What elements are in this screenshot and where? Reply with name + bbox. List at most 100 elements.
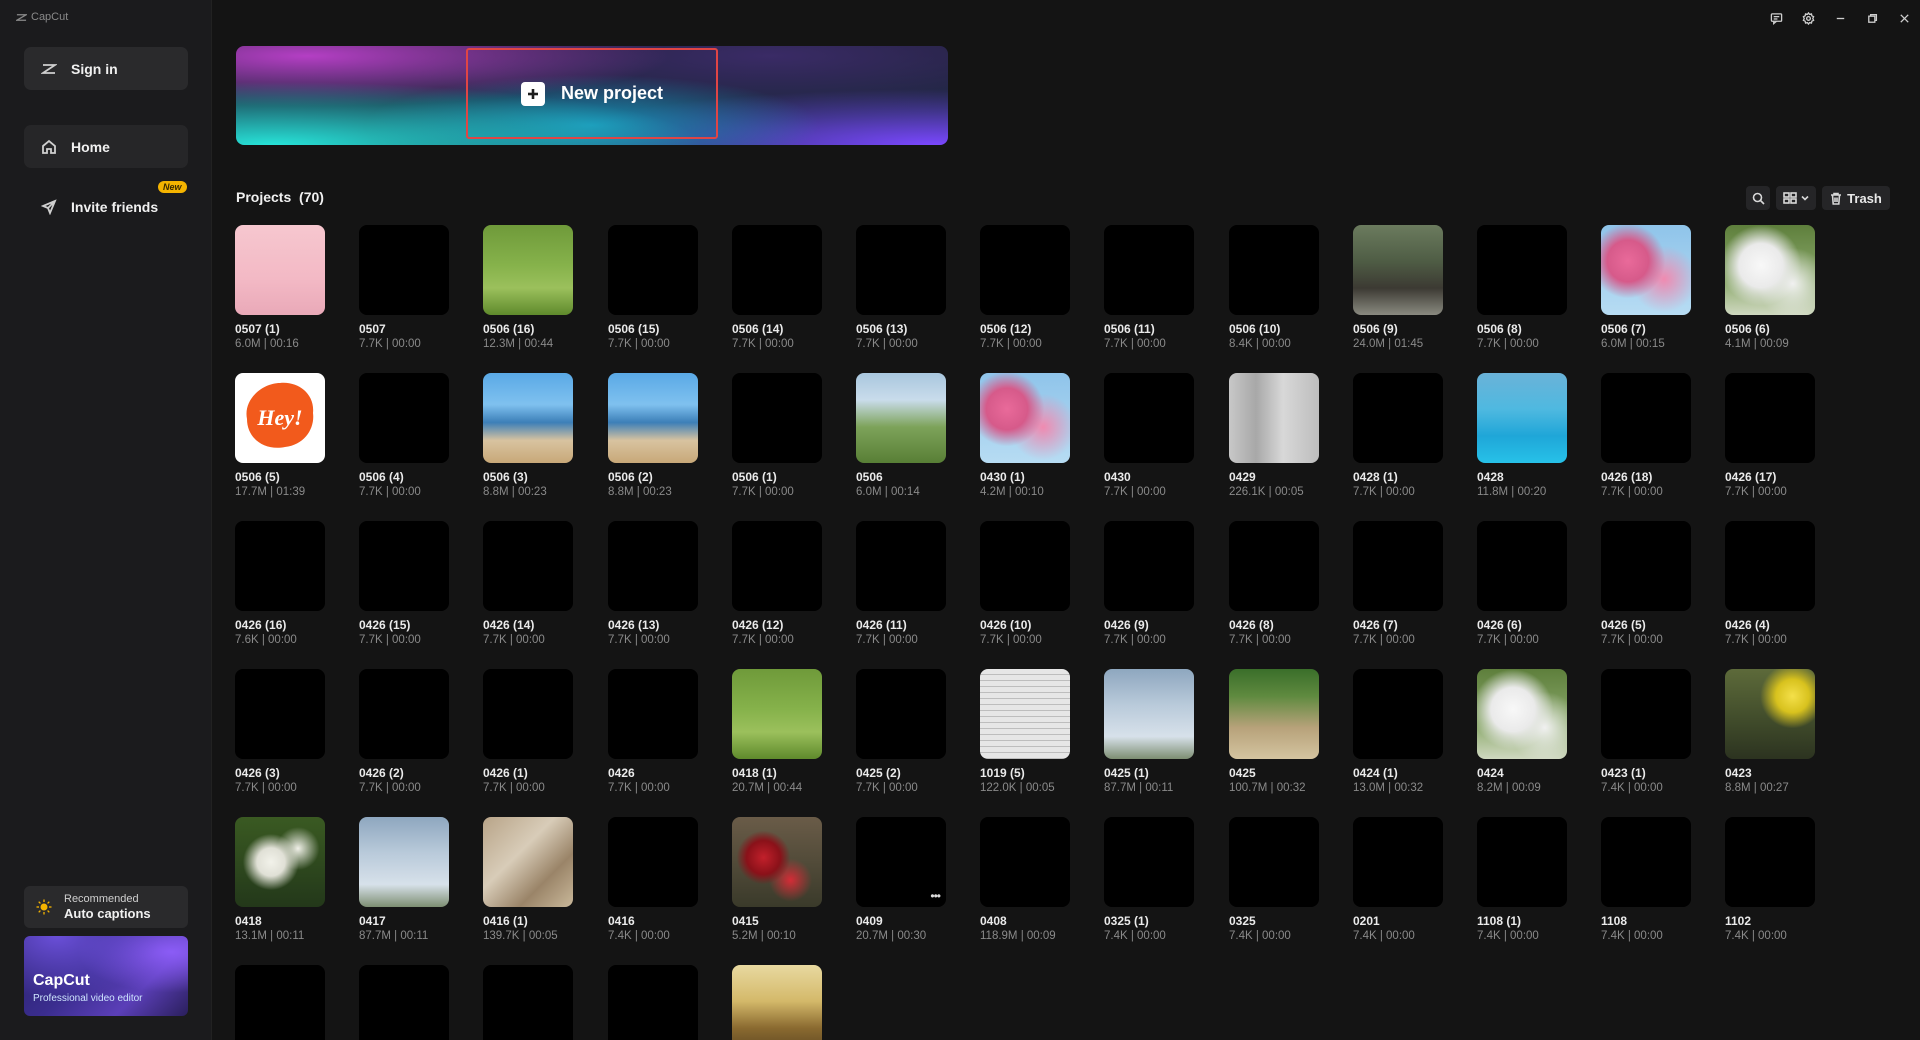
project-thumbnail[interactable]	[732, 669, 822, 759]
project-card[interactable]: 0425 (2) 7.7K | 00:00	[856, 669, 948, 794]
project-thumbnail[interactable]	[1353, 669, 1443, 759]
project-card[interactable]: 0426 (11) 7.7K | 00:00	[856, 521, 948, 646]
view-mode-button[interactable]	[1776, 186, 1816, 210]
project-card[interactable]: 0426 (6) 7.7K | 00:00	[1477, 521, 1569, 646]
project-card[interactable]: 0425 (1) 87.7M | 00:11	[1104, 669, 1196, 794]
project-thumbnail[interactable]	[856, 669, 946, 759]
project-card[interactable]: 0426 (13) 7.7K | 00:00	[608, 521, 700, 646]
project-thumbnail[interactable]	[608, 225, 698, 315]
project-thumbnail[interactable]	[856, 225, 946, 315]
project-thumbnail[interactable]	[1725, 373, 1815, 463]
project-thumbnail[interactable]	[483, 817, 573, 907]
project-thumbnail[interactable]	[980, 373, 1070, 463]
project-thumbnail[interactable]	[1725, 669, 1815, 759]
project-card[interactable]: 0506 (10) 8.4K | 00:00	[1229, 225, 1321, 350]
project-thumbnail[interactable]	[608, 373, 698, 463]
project-card[interactable]: 0506 (7) 6.0M | 00:15	[1601, 225, 1693, 350]
project-card[interactable]: 0430 (1) 4.2M | 00:10	[980, 373, 1072, 498]
project-thumbnail[interactable]	[483, 669, 573, 759]
project-card[interactable]: 0507 7.7K | 00:00	[359, 225, 451, 350]
project-card[interactable]: 0506 (16) 12.3M | 00:44	[483, 225, 575, 350]
project-thumbnail[interactable]	[980, 817, 1070, 907]
project-thumbnail[interactable]	[235, 817, 325, 907]
project-thumbnail[interactable]	[1229, 817, 1319, 907]
project-card[interactable]: 0506 (13) 7.7K | 00:00	[856, 225, 948, 350]
project-card[interactable]: 0506 6.0M | 00:14	[856, 373, 948, 498]
project-thumbnail[interactable]	[1601, 225, 1691, 315]
project-thumbnail[interactable]: Hey!	[235, 373, 325, 463]
project-card[interactable]: 0506 (11) 7.7K | 00:00	[1104, 225, 1196, 350]
project-thumbnail[interactable]	[980, 669, 1070, 759]
project-thumbnail[interactable]	[1104, 225, 1194, 315]
project-card[interactable]: 0426 (14) 7.7K | 00:00	[483, 521, 575, 646]
project-card[interactable]: ••• 0409 20.7M | 00:30	[856, 817, 948, 942]
project-card[interactable]	[732, 965, 824, 1040]
project-thumbnail[interactable]	[1477, 225, 1567, 315]
new-project-button[interactable]: New project	[466, 48, 718, 139]
project-card[interactable]: 0506 (14) 7.7K | 00:00	[732, 225, 824, 350]
project-card[interactable]: 0426 (5) 7.7K | 00:00	[1601, 521, 1693, 646]
project-thumbnail[interactable]	[483, 225, 573, 315]
project-card[interactable]: 0506 (9) 24.0M | 01:45	[1353, 225, 1445, 350]
project-card[interactable]: 1108 7.4K | 00:00	[1601, 817, 1693, 942]
trash-button[interactable]: Trash	[1822, 186, 1890, 210]
project-card[interactable]: 0507 (1) 6.0M | 00:16	[235, 225, 327, 350]
project-card[interactable]: 0506 (4) 7.7K | 00:00	[359, 373, 451, 498]
project-thumbnail[interactable]	[359, 817, 449, 907]
project-card[interactable]: 0417 87.7M | 00:11	[359, 817, 451, 942]
project-card[interactable]	[235, 965, 327, 1040]
project-thumbnail[interactable]	[1229, 669, 1319, 759]
project-card[interactable]: 0426 (8) 7.7K | 00:00	[1229, 521, 1321, 646]
project-card[interactable]	[608, 965, 700, 1040]
project-card[interactable]: 0415 5.2M | 00:10	[732, 817, 824, 942]
project-card[interactable]: 0429 226.1K | 00:05	[1229, 373, 1321, 498]
project-thumbnail[interactable]	[359, 965, 449, 1040]
project-card[interactable]: 1102 7.4K | 00:00	[1725, 817, 1817, 942]
project-card[interactable]: 0506 (6) 4.1M | 00:09	[1725, 225, 1817, 350]
capcut-pro-promo[interactable]: CapCut Professional video editor	[24, 936, 188, 1016]
restore-button[interactable]	[1856, 0, 1888, 36]
project-thumbnail[interactable]	[1601, 817, 1691, 907]
project-thumbnail[interactable]	[732, 373, 822, 463]
project-thumbnail[interactable]	[235, 965, 325, 1040]
project-card[interactable]: 0418 (1) 20.7M | 00:44	[732, 669, 824, 794]
project-thumbnail[interactable]	[1477, 817, 1567, 907]
project-card[interactable]: 0408 118.9M | 00:09	[980, 817, 1072, 942]
project-thumbnail[interactable]	[732, 965, 822, 1040]
project-thumbnail[interactable]	[608, 817, 698, 907]
project-thumbnail[interactable]	[359, 373, 449, 463]
project-card[interactable]: 0416 7.4K | 00:00	[608, 817, 700, 942]
project-thumbnail[interactable]	[1229, 373, 1319, 463]
project-thumbnail[interactable]	[235, 521, 325, 611]
project-thumbnail[interactable]	[235, 225, 325, 315]
project-thumbnail[interactable]: •••	[856, 817, 946, 907]
project-card[interactable]: 0428 (1) 7.7K | 00:00	[1353, 373, 1445, 498]
project-thumbnail[interactable]	[1601, 373, 1691, 463]
project-card[interactable]: 0426 (3) 7.7K | 00:00	[235, 669, 327, 794]
project-thumbnail[interactable]	[1104, 817, 1194, 907]
project-thumbnail[interactable]	[1477, 521, 1567, 611]
project-card[interactable]: 0506 (1) 7.7K | 00:00	[732, 373, 824, 498]
project-thumbnail[interactable]	[1725, 225, 1815, 315]
project-thumbnail[interactable]	[359, 521, 449, 611]
project-thumbnail[interactable]	[1353, 817, 1443, 907]
project-thumbnail[interactable]	[483, 373, 573, 463]
project-thumbnail[interactable]	[980, 521, 1070, 611]
sidebar-item-invite-friends[interactable]: Invite friends New	[24, 181, 188, 228]
project-card[interactable]: 0426 (17) 7.7K | 00:00	[1725, 373, 1817, 498]
project-card[interactable]: 0418 13.1M | 00:11	[235, 817, 327, 942]
project-card[interactable]: 0425 100.7M | 00:32	[1229, 669, 1321, 794]
project-thumbnail[interactable]	[1601, 521, 1691, 611]
project-card[interactable]: 0426 (4) 7.7K | 00:00	[1725, 521, 1817, 646]
project-thumbnail[interactable]	[856, 521, 946, 611]
project-card[interactable]: 0428 11.8M | 00:20	[1477, 373, 1569, 498]
project-card[interactable]: 0426 (9) 7.7K | 00:00	[1104, 521, 1196, 646]
project-thumbnail[interactable]	[1725, 521, 1815, 611]
project-thumbnail[interactable]	[856, 373, 946, 463]
project-card[interactable]: 0423 (1) 7.4K | 00:00	[1601, 669, 1693, 794]
search-button[interactable]	[1746, 186, 1770, 210]
project-card[interactable]: 0506 (3) 8.8M | 00:23	[483, 373, 575, 498]
project-card[interactable]: 0426 (2) 7.7K | 00:00	[359, 669, 451, 794]
close-button[interactable]	[1888, 0, 1920, 36]
project-thumbnail[interactable]	[359, 225, 449, 315]
